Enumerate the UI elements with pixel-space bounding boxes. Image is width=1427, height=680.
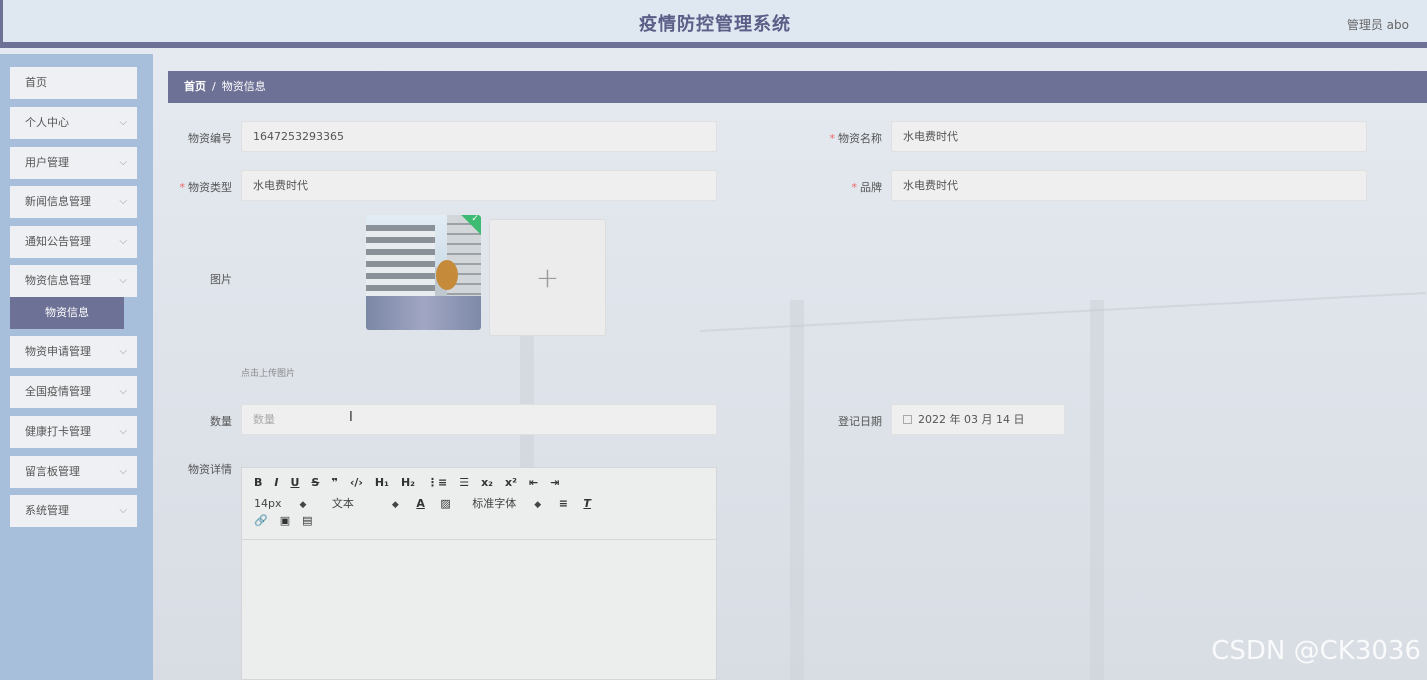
sidebar-item-label: 首页 [25, 76, 47, 89]
underline-icon[interactable]: U [290, 476, 299, 489]
upload-hint: 点击上传图片 [241, 369, 296, 379]
chevron-down-icon: ⌵ [119, 117, 127, 128]
code-icon[interactable]: ‹/› [350, 476, 363, 489]
sidebar-item-label: 物资申请管理 [25, 345, 91, 358]
sidebar-item[interactable]: 新闻信息管理 ⌵ [10, 186, 137, 218]
sidebar-subitem-active[interactable]: 物资信息 [10, 297, 124, 329]
toolbar-row-insert: 🔗 ▣ ▤ [254, 514, 716, 533]
indent-icon[interactable]: ⇥ [550, 476, 559, 489]
breadcrumb: 首页 / 物资信息 [168, 71, 1427, 103]
background-pole [1090, 300, 1104, 680]
chevron-down-icon: ⌵ [119, 466, 127, 477]
sidebar-item-label: 系统管理 [25, 504, 69, 517]
image-label: 图片 [210, 273, 232, 286]
sidebar-item-label: 健康打卡管理 [25, 425, 91, 438]
chevron-down-icon: ⌵ [119, 236, 127, 247]
toolbar-row-format: B I U S ❞ ‹/› H₁ H₂ ⋮≡ ☰ x₂ x² ⇤ ⇥ [254, 476, 716, 495]
sidebar-item[interactable]: 用户管理 ⌵ [10, 147, 137, 179]
code-label: 物资编号 [188, 132, 232, 145]
font-size-select[interactable]: 14px ◆ [254, 497, 306, 510]
h1-icon[interactable]: H₁ [375, 476, 389, 489]
date-label: 登记日期 [838, 415, 882, 428]
chevron-down-icon: ⌵ [119, 196, 127, 207]
calendar-icon [903, 415, 912, 424]
type-field[interactable]: 水电费时代 [241, 170, 717, 201]
sidebar-item-label: 留言板管理 [25, 465, 80, 478]
sidebar-item-label: 通知公告管理 [25, 235, 91, 248]
chevron-down-icon: ⌵ [119, 426, 127, 437]
sidebar-item-label: 用户管理 [25, 156, 69, 169]
sidebar-item-label: 个人中心 [25, 116, 69, 129]
chevron-down-icon: ⌵ [119, 386, 127, 397]
sidebar-item-label: 新闻信息管理 [25, 195, 91, 208]
sidebar-item[interactable]: 物资申请管理 ⌵ [10, 336, 137, 368]
date-value: 2022 年 03 月 14 日 [918, 413, 1025, 426]
clear-format-icon[interactable]: T [583, 497, 591, 510]
breadcrumb-current: 物资信息 [221, 80, 266, 93]
quantity-input[interactable]: 数量 [241, 404, 717, 435]
required-mark: * [179, 181, 186, 194]
bold-icon[interactable]: B [254, 476, 262, 489]
align-icon[interactable]: ≡ [559, 497, 568, 510]
subscript-icon[interactable]: x₂ [481, 476, 493, 489]
font-color-icon[interactable]: A [416, 497, 425, 510]
outdent-icon[interactable]: ⇤ [529, 476, 538, 489]
chevron-down-icon: ⌵ [119, 505, 127, 516]
video-icon[interactable]: ▤ [302, 514, 312, 527]
editor-content-area[interactable] [242, 540, 716, 680]
sidebar-item[interactable]: 全国疫情管理 ⌵ [10, 376, 137, 408]
type-label: * 物资类型 [179, 181, 233, 194]
sidebar-item[interactable]: 健康打卡管理 ⌵ [10, 416, 137, 448]
current-user[interactable]: 管理员 abo [1347, 16, 1409, 33]
h2-icon[interactable]: H₂ [401, 476, 415, 489]
name-label: * 物资名称 [829, 132, 883, 145]
brand-field[interactable]: 水电费时代 [891, 170, 1367, 201]
sidebar-item[interactable]: 系统管理 ⌵ [10, 495, 137, 527]
strike-icon[interactable]: S [311, 476, 319, 489]
chevron-down-icon: ⌵ [119, 157, 127, 168]
watermark: CSDN @CK3036 [1211, 636, 1421, 666]
block-type-select[interactable]: 文本 ◆ [332, 495, 399, 511]
chevron-down-icon: ⌵ [119, 275, 127, 286]
sidebar-item[interactable]: 首页 [10, 67, 137, 99]
sidebar: 首页个人中心 ⌵ 用户管理 ⌵ 新闻信息管理 ⌵ 通知公告管理 ⌵ 物资信息管理 ⌵ 物资申请管理 ⌵… [0, 54, 153, 680]
required-mark: * [829, 132, 836, 145]
breadcrumb-home[interactable]: 首页 [184, 80, 206, 93]
sidebar-item-label: 全国疫情管理 [25, 385, 91, 398]
rich-text-editor: B I U S ❞ ‹/› H₁ H₂ ⋮≡ ☰ x₂ x² ⇤ ⇥ 14px ◆ 文本 ◆ A ▨ 标准字体… [241, 467, 717, 680]
bullet-list-icon[interactable]: ☰ [459, 476, 469, 489]
code-field[interactable]: 1647253293365 [241, 121, 717, 152]
sidebar-item[interactable]: 通知公告管理 ⌵ [10, 226, 137, 258]
sidebar-item[interactable]: 个人中心 ⌵ [10, 107, 137, 139]
detail-label: 物资详情 [188, 463, 232, 476]
sidebar-item[interactable]: 留言板管理 ⌵ [10, 456, 137, 488]
italic-icon[interactable]: I [274, 476, 278, 489]
background-pole [790, 300, 804, 680]
sidebar-item-label: 物资信息管理 [25, 274, 91, 287]
breadcrumb-separator: / [212, 80, 216, 93]
editor-toolbar: B I U S ❞ ‹/› H₁ H₂ ⋮≡ ☰ x₂ x² ⇤ ⇥ 14px ◆ 文本 ◆ A ▨ 标准字体… [242, 468, 716, 540]
uploaded-image[interactable]: ✓ [366, 215, 481, 330]
app-title: 疫情防控管理系统 [639, 14, 791, 35]
app-header: 疫情防控管理系统 管理员 abo [0, 0, 1427, 48]
background-wire [699, 291, 1427, 332]
link-icon[interactable]: 🔗 [254, 514, 268, 527]
superscript-icon[interactable]: x² [505, 476, 517, 489]
qty-label: 数量 [210, 415, 232, 428]
text-cursor-icon: I [349, 410, 353, 425]
image-icon[interactable]: ▣ [280, 514, 290, 527]
ordered-list-icon[interactable]: ⋮≡ [427, 476, 447, 489]
toolbar-row-font: 14px ◆ 文本 ◆ A ▨ 标准字体 ◆ ≡ T [254, 495, 716, 514]
brand-label: * 品牌 [851, 181, 883, 194]
upload-button[interactable]: + [489, 219, 606, 336]
background-color-icon[interactable]: ▨ [440, 497, 450, 510]
quote-icon[interactable]: ❞ [331, 476, 337, 489]
date-picker[interactable]: 2022 年 03 月 14 日 [891, 404, 1065, 435]
name-field[interactable]: 水电费时代 [891, 121, 1367, 152]
required-mark: * [851, 181, 858, 194]
chevron-down-icon: ⌵ [119, 346, 127, 357]
font-family-select[interactable]: 标准字体 ◆ [472, 495, 541, 511]
sidebar-item[interactable]: 物资信息管理 ⌵ [10, 265, 137, 297]
